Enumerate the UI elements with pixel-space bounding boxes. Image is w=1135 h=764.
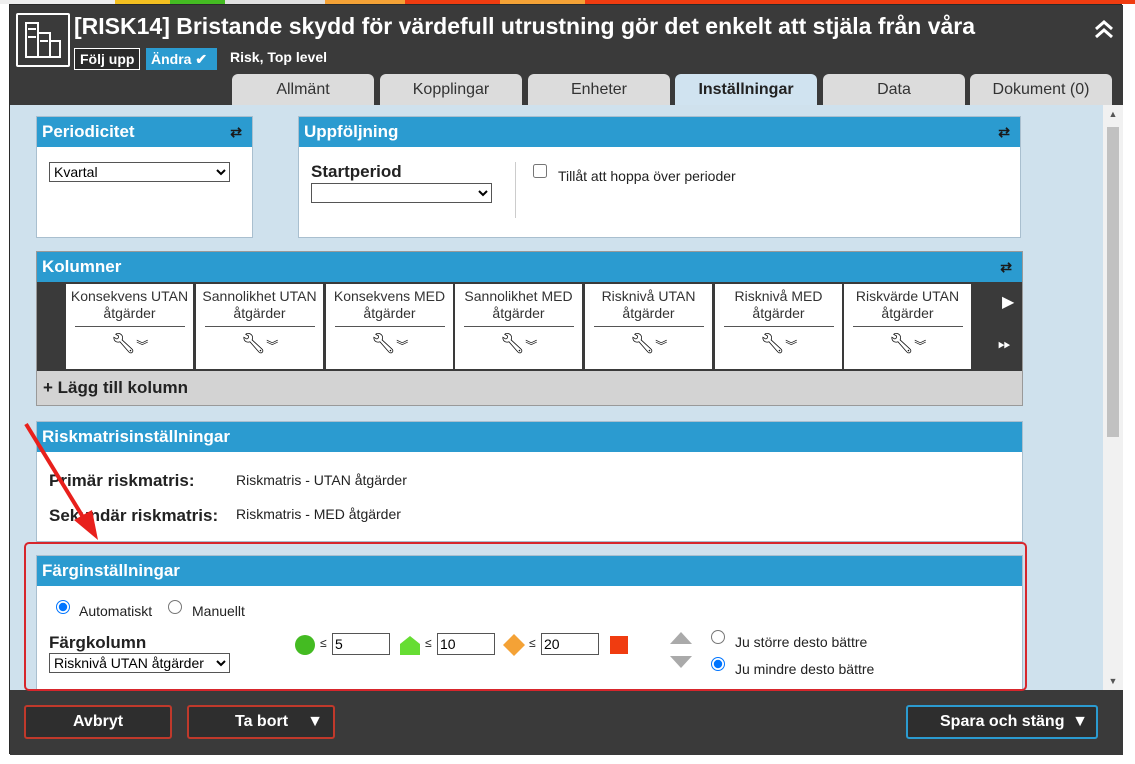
primary-matrix-label: Primär riskmatris: (49, 471, 195, 490)
dropdown-caret-icon[interactable]: ▼ (307, 707, 323, 737)
start-period-label: Startperiod (311, 162, 402, 181)
delete-label: Ta bort (235, 713, 289, 730)
tab-allmant[interactable]: Allmänt (232, 74, 374, 105)
object-type-label: Risk, Top level (230, 49, 327, 65)
skip-periods-label: Tillåt att hoppa över perioder (558, 168, 736, 184)
follow-up-button[interactable]: Följ upp (74, 48, 141, 70)
page-title: [RISK14] Bristande skydd för värdefull u… (74, 13, 976, 39)
tab-installningar[interactable]: Inställningar (675, 74, 817, 105)
periodicity-title: Periodicitet (42, 122, 135, 141)
periodicity-panel: Periodicitet ⇄ Kvartal (36, 116, 253, 238)
collapse-panel-icon[interactable]: ⇄ (1000, 252, 1012, 282)
edit-label: Ändra (151, 51, 192, 67)
highlight-frame (24, 542, 1027, 691)
wrench-icon[interactable]: 🔧︎︾ (844, 331, 971, 356)
periodicity-select[interactable]: Kvartal (49, 162, 230, 182)
wrench-icon[interactable]: 🔧︎︾ (585, 331, 712, 356)
wrench-icon[interactable]: 🔧︎︾ (455, 331, 582, 356)
tab-enheter[interactable]: Enheter (528, 74, 670, 105)
column-card[interactable]: Sannolikhet UTAN åtgärder 🔧︎︾ (196, 284, 323, 369)
collapse-panel-icon[interactable]: ⇄ (230, 117, 242, 147)
dialog-footer: Avbryt Ta bort ▼ Spara och stäng ▼ (10, 690, 1123, 755)
wrench-icon[interactable]: 🔧︎︾ (326, 331, 453, 356)
scroll-right-icon[interactable]: ▶ (1002, 292, 1014, 312)
dropdown-caret-icon[interactable]: ▼ (1072, 707, 1088, 737)
tab-kopplingar[interactable]: Kopplingar (380, 74, 522, 105)
scroll-up-icon[interactable]: ▲ (1103, 105, 1123, 123)
secondary-matrix-value[interactable]: Riskmatris - MED åtgärder (236, 506, 401, 522)
cancel-button[interactable]: Avbryt (24, 705, 172, 739)
collapse-panel-icon[interactable]: ⇄ (998, 117, 1010, 147)
secondary-matrix-label: Sekundär riskmatris: (49, 506, 219, 525)
column-card[interactable]: Konsekvens UTAN åtgärder 🔧︎︾ (66, 284, 193, 369)
edit-button[interactable]: Ändra ✔ (146, 48, 217, 70)
column-label: Risknivå MED åtgärder (734, 288, 823, 321)
divider (515, 162, 516, 218)
column-label: Sannolikhet MED åtgärder (464, 288, 573, 321)
column-label: Riskvärde UTAN åtgärder (855, 288, 960, 321)
collapse-icon[interactable] (1090, 17, 1118, 45)
column-label: Konsekvens UTAN åtgärder (70, 288, 189, 321)
dialog-header: [RISK14] Bristande skydd för värdefull u… (10, 5, 1123, 105)
delete-button[interactable]: Ta bort ▼ (187, 705, 335, 739)
wrench-icon[interactable]: 🔧︎︾ (196, 331, 323, 356)
wrench-icon[interactable]: 🔧︎︾ (66, 331, 193, 356)
checkmark-icon: ✔ (191, 51, 208, 67)
wrench-icon[interactable]: 🔧︎︾ (715, 331, 842, 356)
vertical-scrollbar[interactable]: ▲ ▼ (1103, 105, 1123, 690)
column-card[interactable]: Sannolikhet MED åtgärder 🔧︎︾ (455, 284, 582, 369)
risk-matrix-title: Riskmatrisinställningar (42, 427, 231, 446)
save-close-button[interactable]: Spara och stäng ▼ (906, 705, 1098, 739)
follow-up-panel: Uppföljning ⇄ Startperiod Tillåt att hopp… (298, 116, 1021, 238)
column-card[interactable]: Riskvärde UTAN åtgärder 🔧︎︾ (844, 284, 971, 369)
primary-matrix-value[interactable]: Riskmatris - UTAN åtgärder (236, 472, 407, 488)
scroll-thumb[interactable] (1107, 127, 1119, 437)
tab-data[interactable]: Data (823, 74, 965, 105)
columns-nav: ▶ ⏩︎ (994, 282, 1022, 371)
column-label: Konsekvens MED åtgärder (333, 288, 446, 321)
start-period-select[interactable] (311, 183, 492, 203)
column-card[interactable]: Konsekvens MED åtgärder 🔧︎︾ (326, 284, 453, 369)
columns-strip: Konsekvens UTAN åtgärder 🔧︎︾ Sannolikhet … (37, 282, 1022, 371)
columns-panel: Kolumner ⇄ Konsekvens UTAN åtgärder 🔧︎︾ Sa… (36, 251, 1023, 406)
column-card[interactable]: Risknivå UTAN åtgärder 🔧︎︾ (585, 284, 712, 369)
columns-title: Kolumner (42, 257, 122, 276)
column-label: Sannolikhet UTAN åtgärder (202, 288, 317, 321)
scroll-end-icon[interactable]: ⏩︎ (998, 336, 1011, 354)
add-column-button[interactable]: + Lägg till kolumn (37, 371, 1022, 405)
follow-up-title: Uppföljning (304, 122, 399, 141)
column-card[interactable]: Risknivå MED åtgärder 🔧︎︾ (715, 284, 842, 369)
scroll-down-icon[interactable]: ▼ (1103, 672, 1123, 690)
risk-matrix-panel: Riskmatrisinställningar Primär riskmatri… (36, 421, 1023, 542)
column-label: Risknivå UTAN åtgärder (601, 288, 696, 321)
tab-dokument[interactable]: Dokument (0) (970, 74, 1112, 105)
save-close-label: Spara och stäng (940, 713, 1065, 730)
skip-periods-checkbox[interactable] (533, 164, 547, 178)
risk-logo-icon (16, 13, 70, 67)
